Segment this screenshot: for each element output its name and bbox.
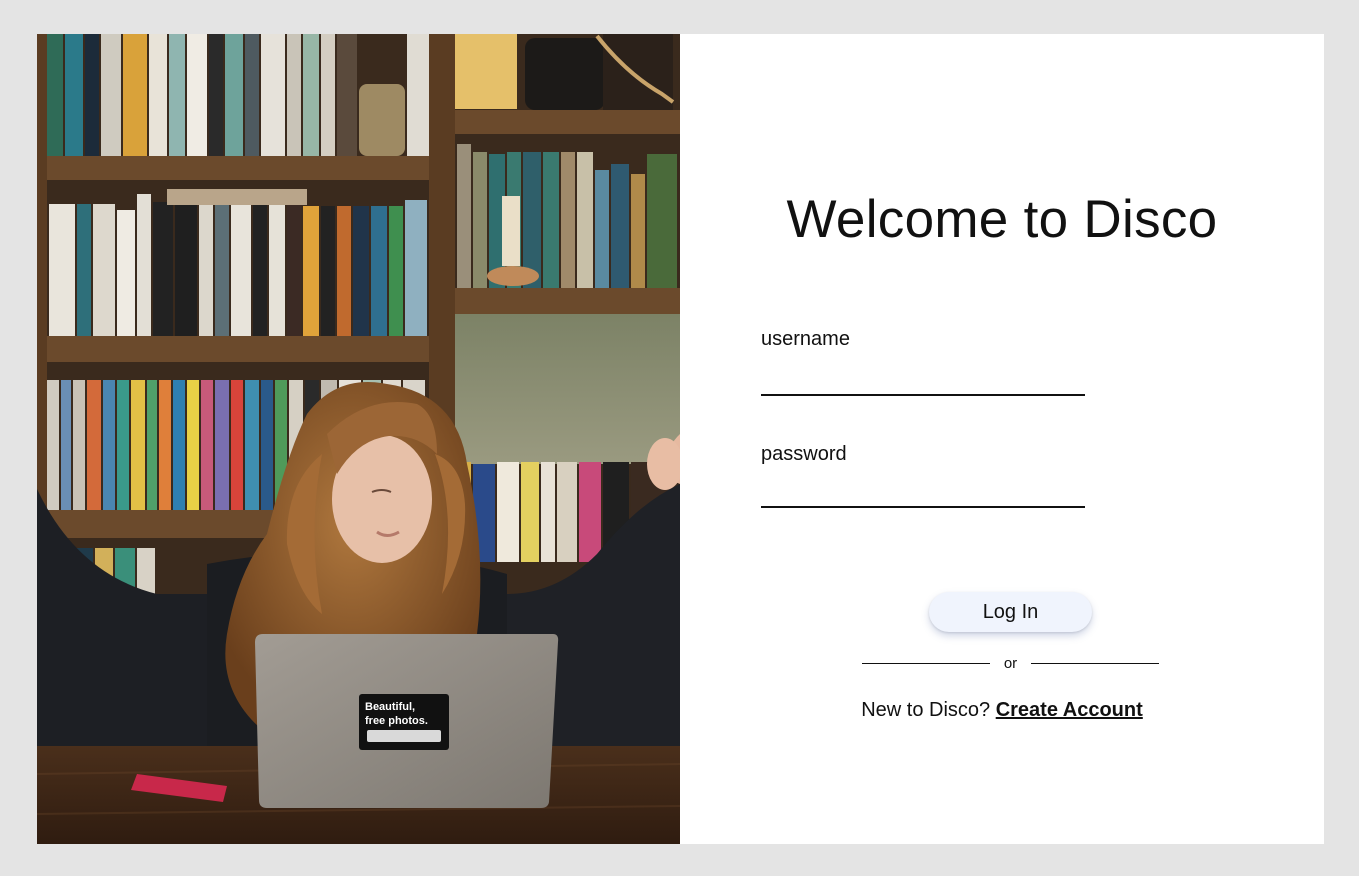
bookshelf-girl-laptop-illustration: Beautiful, free photos. [37,34,680,844]
login-panel: Welcome to Disco username password Log I… [680,34,1324,844]
or-divider: or [862,654,1159,672]
create-account-link[interactable]: Create Account [996,699,1143,721]
page-title: Welcome to Disco [786,190,1218,249]
laptop-sticker-line2: free photos. [365,715,428,727]
login-card: Beautiful, free photos. Welcome to Disco… [37,34,1324,844]
username-label: username [761,328,850,350]
password-label: password [761,443,847,465]
laptop-sticker-line1: Beautiful, [365,701,415,713]
laptop: Beautiful, free photos. [255,634,559,808]
divider-line-left [862,662,990,664]
username-input[interactable] [761,362,1085,396]
password-input[interactable] [761,474,1085,508]
divider-or-text: or [1003,654,1018,672]
divider-line-right [1031,662,1159,664]
signup-prompt: New to Disco? [861,699,991,721]
signup-row: New to Disco? Create Account [680,699,1324,722]
login-button[interactable]: Log In [929,592,1092,632]
hero-photo: Beautiful, free photos. [37,34,680,844]
